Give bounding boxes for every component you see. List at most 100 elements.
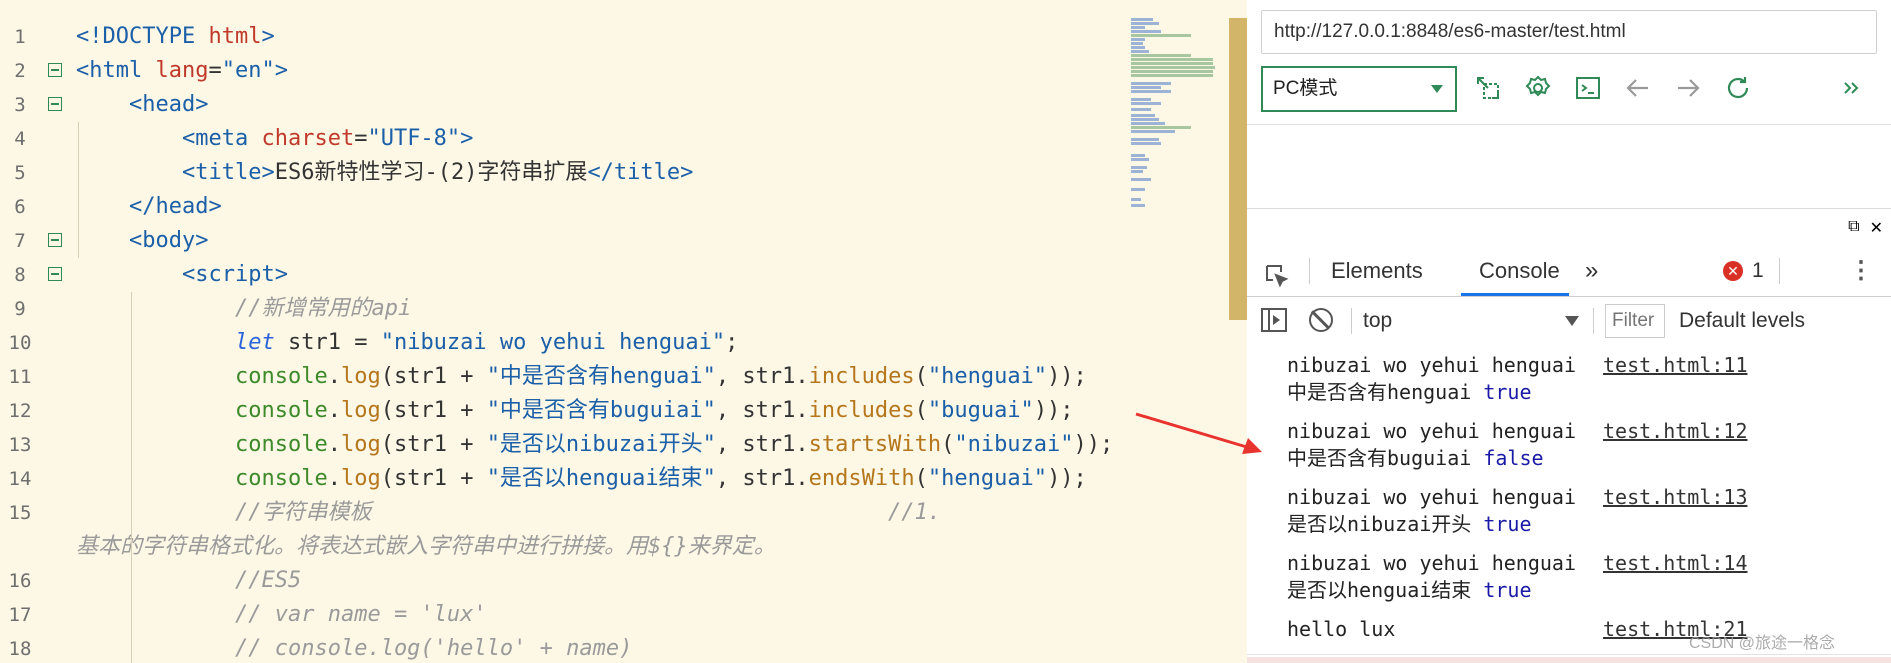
console-message[interactable]: nibuzai wo yehui henguai是否以nibuzai开头 tru… [1247, 478, 1891, 545]
code-line[interactable]: 3 <head> [0, 88, 1247, 122]
console-message[interactable]: nibuzai wo yehui henguai是否以henguai结束 tru… [1247, 544, 1891, 611]
code-line[interactable]: 17 // var name = 'lux' [0, 598, 1247, 632]
code-line[interactable]: 12 console.log(str1 + "中是否含有buguiai", str… [0, 394, 1247, 428]
minimap-line [1131, 86, 1161, 89]
code-token: log [340, 466, 381, 491]
code-token: // var name = 'lux' [235, 602, 487, 627]
code-line[interactable]: 13 console.log(str1 + "是否以nibuzai开头", str… [0, 428, 1247, 462]
code-token: startsWith [808, 432, 942, 457]
tab-console[interactable]: Console [1479, 246, 1560, 296]
source-link[interactable]: test.html:14 [1603, 550, 1748, 577]
code-text: <meta charset="UTF-8"> [182, 122, 473, 156]
undock-icon[interactable]: ⧉ [1848, 218, 1859, 238]
divider [1309, 258, 1310, 284]
code-token: ; [725, 330, 739, 355]
console-message[interactable]: nibuzai wo yehui henguai中是否含有henguai tru… [1247, 346, 1891, 413]
code-line[interactable]: 6 </head> [0, 190, 1247, 224]
more-icon[interactable] [1837, 70, 1865, 106]
fold-toggle-icon[interactable] [48, 233, 62, 247]
code-token: html [208, 24, 262, 49]
code-line[interactable]: 2 <html lang="en"> [0, 54, 1247, 88]
console-message-text: nibuzai wo yehui henguai是否以henguai结束 tru… [1287, 550, 1587, 604]
divider [1779, 258, 1780, 284]
kebab-menu-icon[interactable]: ⋮ [1849, 246, 1873, 296]
clear-console-icon[interactable] [1309, 308, 1333, 332]
line-number: 3 [14, 94, 26, 116]
code-token: "en" [221, 58, 275, 83]
minimap-line [1131, 154, 1145, 157]
code-editor[interactable]: 1 <!DOCTYPE html> 2 <html lang="en"> 3 <head>… [0, 0, 1247, 663]
minimap-line [1131, 188, 1145, 191]
settings-icon[interactable] [1521, 70, 1555, 106]
divider [1593, 308, 1594, 334]
error-icon[interactable]: ✕ [1723, 261, 1743, 281]
line-number: 16 [8, 570, 32, 592]
code-line[interactable]: 8 <script> [0, 258, 1247, 292]
inspect-element-icon[interactable] [1263, 258, 1293, 288]
console-filter-input[interactable] [1605, 304, 1665, 338]
code-line[interactable]: 14 console.log(str1 + "是否以henguai结束", str… [0, 462, 1247, 496]
source-link[interactable]: test.html:11 [1603, 352, 1748, 379]
error-count[interactable]: 1 [1752, 246, 1764, 296]
code-line[interactable]: 9 //新增常用的api [0, 292, 1247, 326]
minimap[interactable] [1125, 18, 1230, 238]
code-token: console [235, 398, 328, 423]
code-token: )); [1047, 364, 1087, 389]
minimap-line [1131, 62, 1213, 65]
code-token: <body> [129, 228, 209, 253]
reload-icon[interactable] [1721, 70, 1755, 106]
terminal-icon[interactable] [1571, 70, 1605, 106]
close-icon[interactable]: ✕ [1870, 218, 1883, 238]
code-token: > [460, 126, 474, 151]
code-line-wrapped[interactable]: 基本的字符串格式化。将表达式嵌入字符串中进行拼接。用${}来界定。 [0, 530, 1247, 564]
sidebar-toggle-icon[interactable] [1261, 308, 1287, 332]
line-number: 5 [14, 162, 26, 184]
code-token: log [340, 364, 381, 389]
vertical-scrollbar[interactable] [1229, 18, 1247, 320]
code-line[interactable]: 4 <meta charset="UTF-8"> [0, 122, 1247, 156]
code-token: , str1. [715, 364, 809, 389]
code-token: = [208, 58, 222, 83]
code-token: //字符串模板 //1. [235, 500, 942, 525]
line-number: 12 [8, 400, 32, 422]
source-link[interactable]: test.html:12 [1603, 418, 1748, 445]
code-line[interactable]: 7 <body> [0, 224, 1247, 258]
code-text: 基本的字符串格式化。将表达式嵌入字符串中进行拼接。用${}来界定。 [76, 530, 776, 564]
code-line[interactable]: 5 <title>ES6新特性学习-(2)字符串扩展</title> [0, 156, 1247, 190]
code-line[interactable]: 18 // console.log('hello' + name) [0, 632, 1247, 663]
code-line[interactable]: 1 <!DOCTYPE html> [0, 20, 1247, 54]
url-input[interactable] [1261, 10, 1877, 54]
code-line[interactable]: 11 console.log(str1 + "中是否含有henguai", str… [0, 360, 1247, 394]
fold-toggle-icon[interactable] [48, 97, 62, 111]
minimap-line [1131, 38, 1145, 41]
code-token: endsWith [808, 466, 915, 491]
context-select[interactable]: top [1363, 296, 1392, 346]
code-line[interactable]: 10 let str1 = "nibuzai wo yehui henguai"; [0, 326, 1247, 360]
screenshot-icon[interactable] [1471, 70, 1505, 106]
split-divider[interactable] [1247, 208, 1891, 209]
fold-toggle-icon[interactable] [48, 267, 62, 281]
device-mode-select[interactable]: PC模式 [1261, 66, 1457, 112]
minimap-line [1131, 198, 1141, 201]
fold-toggle-icon[interactable] [48, 63, 62, 77]
code-line[interactable]: 16 //ES5 [0, 564, 1247, 598]
line-number: 10 [8, 332, 32, 354]
code-line[interactable]: 15 //字符串模板 //1. [0, 496, 1247, 530]
minimap-line [1131, 50, 1149, 53]
back-icon[interactable] [1621, 70, 1655, 106]
code-token: "henguai" [927, 466, 1048, 491]
minimap-line [1131, 158, 1149, 161]
forward-icon[interactable] [1671, 70, 1705, 106]
line-number: 11 [8, 366, 32, 388]
minimap-line [1131, 178, 1151, 181]
chevron-down-icon[interactable] [1565, 316, 1579, 326]
tab-elements[interactable]: Elements [1331, 246, 1423, 296]
page-preview[interactable] [1247, 124, 1891, 209]
console-message[interactable]: nibuzai wo yehui henguai中是否含有buguiai fal… [1247, 412, 1891, 479]
code-token: (str1 + [380, 398, 487, 423]
tab-more[interactable]: » [1585, 246, 1598, 296]
annotation-arrow [1135, 412, 1262, 454]
source-link[interactable]: test.html:13 [1603, 484, 1748, 511]
console-prompt-area[interactable] [1247, 657, 1891, 663]
log-levels-select[interactable]: Default levels [1679, 296, 1891, 346]
